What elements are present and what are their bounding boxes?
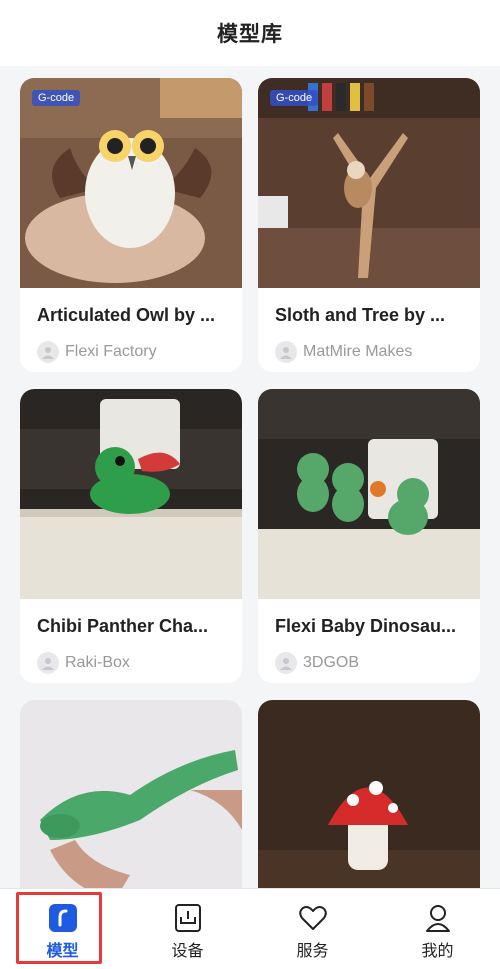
tab-label: 设备: [171, 941, 204, 960]
model-card[interactable]: [20, 700, 242, 888]
tab-profile[interactable]: 我的: [375, 889, 500, 969]
tab-device[interactable]: 设备: [125, 889, 250, 969]
model-thumbnail: G-code: [20, 78, 242, 288]
tab-service[interactable]: 服务: [250, 889, 375, 969]
avatar-icon: [275, 341, 297, 363]
model-thumbnail: [20, 700, 242, 888]
author-name: Raki-Box: [65, 654, 130, 671]
author-name: MatMire Makes: [303, 343, 413, 360]
model-icon: [48, 903, 78, 933]
profile-icon: [423, 903, 453, 933]
author-name: Flexi Factory: [65, 343, 157, 360]
model-thumbnail: G-code: [258, 78, 480, 288]
tab-label: 模型: [46, 941, 79, 960]
model-author[interactable]: MatMire Makes: [275, 341, 412, 363]
model-card[interactable]: G-code Articulated Owl by ... Flexi Fact…: [20, 78, 242, 372]
model-title: Sloth and Tree by ...: [275, 305, 446, 325]
model-title: Chibi Panther Cha...: [37, 616, 209, 636]
model-title: Flexi Baby Dinosau...: [275, 616, 457, 636]
model-author[interactable]: Flexi Factory: [37, 341, 157, 363]
tab-label: 服务: [296, 941, 329, 960]
model-card[interactable]: G-code Sloth and Tree by ... MatMire Mak…: [258, 78, 480, 372]
model-title: Articulated Owl by ...: [37, 305, 216, 325]
gcode-badge: G-code: [270, 90, 319, 106]
model-card[interactable]: Chibi Panther Cha... Raki-Box: [20, 389, 242, 683]
model-thumbnail: [20, 389, 242, 599]
avatar-icon: [37, 341, 59, 363]
gcode-badge: G-code: [32, 90, 81, 106]
author-name: 3DGOB: [303, 654, 360, 671]
model-author[interactable]: Raki-Box: [37, 652, 130, 674]
model-thumbnail: [258, 700, 480, 888]
avatar-icon: [275, 652, 297, 674]
device-icon: [173, 903, 203, 933]
model-thumbnail: [258, 389, 480, 599]
avatar-icon: [37, 652, 59, 674]
tab-label: 我的: [421, 941, 454, 960]
model-card[interactable]: Flexi Baby Dinosau... 3DGOB: [258, 389, 480, 683]
page-title: 模型库: [217, 22, 283, 46]
model-card[interactable]: [258, 700, 480, 888]
tab-model[interactable]: 模型: [0, 889, 125, 969]
model-grid: G-code Articulated Owl by ... Flexi Fact…: [0, 66, 500, 888]
model-author[interactable]: 3DGOB: [275, 652, 359, 674]
header: 模型库: [0, 0, 500, 66]
bottom-tab-bar: 模型 设备 服务 我的: [0, 888, 500, 969]
heart-icon: [298, 903, 328, 933]
